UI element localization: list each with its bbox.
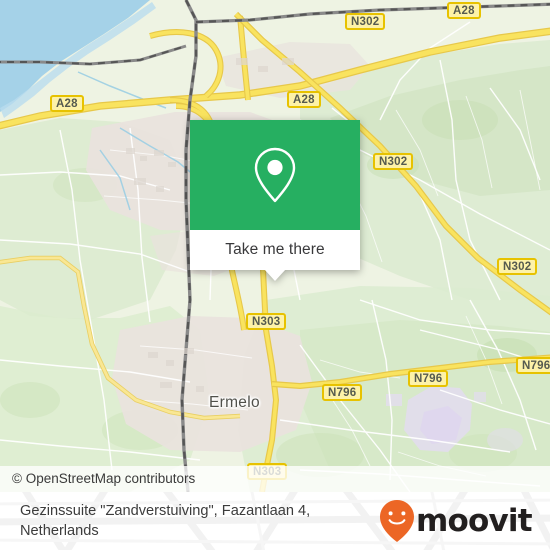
osm-attribution[interactable]: © OpenStreetMap contributors bbox=[0, 466, 550, 492]
footer-bar: Gezinssuite "Zandverstuiving", Fazantlaa… bbox=[0, 492, 550, 550]
map-canvas[interactable]: A28 A28 A28 N302 N302 N302 N303 N303 N79… bbox=[0, 0, 550, 492]
road-shield-n302-north: N302 bbox=[345, 13, 386, 30]
road-shield-a28-west: A28 bbox=[50, 95, 84, 112]
map-screenshot: A28 A28 A28 N302 N302 N302 N303 N303 N79… bbox=[0, 0, 550, 550]
place-label-ermelo: Ermelo bbox=[209, 394, 260, 411]
location-address: Gezinssuite "Zandverstuiving", Fazantlaa… bbox=[20, 503, 311, 539]
road-shield-a28-mid: A28 bbox=[287, 91, 321, 108]
road-shield-n303-north: N303 bbox=[246, 313, 287, 330]
popup-action-bar[interactable]: Take me there bbox=[190, 230, 360, 281]
moovit-pin-smiley-icon bbox=[380, 500, 414, 542]
location-popup-card[interactable]: Take me there bbox=[190, 120, 360, 281]
moovit-logo[interactable]: moovit bbox=[380, 500, 533, 542]
road-shield-n796-east: N796 bbox=[516, 357, 550, 374]
road-shield-n302-east: N302 bbox=[497, 258, 538, 275]
moovit-wordmark: moovit bbox=[416, 502, 533, 539]
road-shield-n796-west: N796 bbox=[322, 384, 363, 401]
road-shield-n796-mid: N796 bbox=[408, 370, 449, 387]
road-shield-n302-mid: N302 bbox=[373, 153, 414, 170]
map-pin-icon bbox=[254, 147, 296, 203]
take-me-there-label: Take me there bbox=[225, 241, 325, 258]
footer-content: Gezinssuite "Zandverstuiving", Fazantlaa… bbox=[0, 492, 550, 550]
popup-pointer-tail bbox=[264, 269, 286, 281]
road-shield-a28-east: A28 bbox=[447, 2, 481, 19]
popup-image-panel bbox=[190, 120, 360, 230]
